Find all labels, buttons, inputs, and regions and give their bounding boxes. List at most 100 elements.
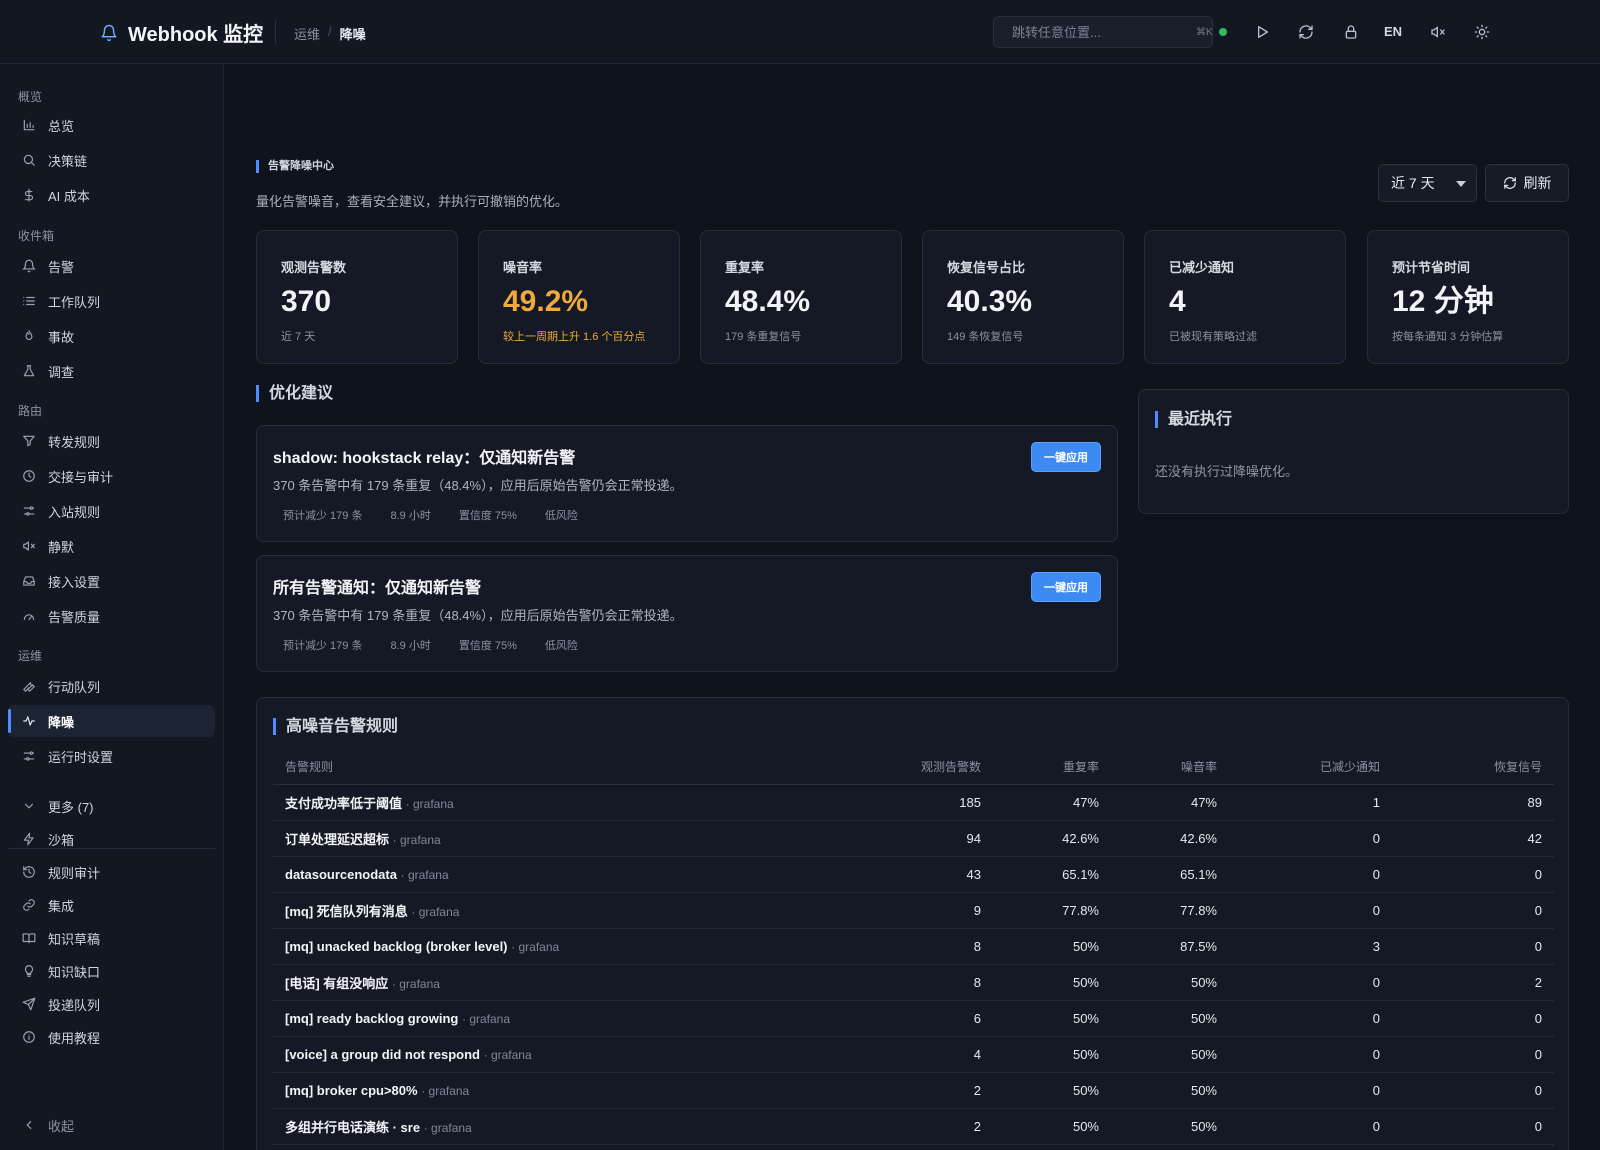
rule-source: · grafana bbox=[405, 796, 454, 811]
lock-button[interactable] bbox=[1339, 20, 1363, 44]
sidebar-item-handoff-audit[interactable]: 交接与审计 bbox=[8, 460, 215, 492]
bell-icon bbox=[22, 259, 36, 273]
sidebar-item-overview[interactable]: 总览 bbox=[8, 109, 215, 141]
rule-name[interactable]: datasourcenodata bbox=[285, 867, 397, 882]
cell-observed: 94 bbox=[833, 820, 993, 857]
cell-noise: 50% bbox=[1111, 1000, 1229, 1037]
language-toggle[interactable]: EN bbox=[1384, 24, 1402, 39]
rule-name[interactable]: 订单处理延迟超标 bbox=[285, 832, 389, 847]
top-bar: Webhook 监控 运维 / 降噪 ⌘K EN bbox=[0, 0, 1600, 64]
stat-sub: 近 7 天 bbox=[281, 331, 316, 343]
sidebar-collapse-button[interactable]: 收起 bbox=[8, 1109, 215, 1141]
table-row[interactable]: [电话] 有组没响应 · grafana 8 50% 50% 0 2 bbox=[273, 964, 1554, 1001]
cell-dup: 47% bbox=[993, 784, 1111, 821]
sidebar-item-noise-reduction[interactable]: 降噪 bbox=[8, 705, 215, 737]
table-row[interactable]: 多组并行电话演练 · sre · grafana 2 50% 50% 0 0 bbox=[273, 1108, 1554, 1145]
refresh-button[interactable]: 刷新 bbox=[1485, 164, 1569, 202]
table-row[interactable]: 订单处理延迟超标 · grafana 94 42.6% 42.6% 0 42 bbox=[273, 820, 1554, 857]
table-row[interactable]: 支付成功率低于阈值 · grafana 185 47% 47% 1 89 bbox=[273, 784, 1554, 821]
sidebar-item-alerts[interactable]: 告警 bbox=[8, 250, 215, 282]
sidebar-item-more[interactable]: 更多 (7) bbox=[8, 790, 215, 822]
table-row[interactable]: datasourcenodata · grafana 43 65.1% 65.1% 0 0 bbox=[273, 856, 1554, 893]
sidebar-item-work-queue[interactable]: 工作队列 bbox=[8, 285, 215, 317]
sidebar-item-ingest-settings[interactable]: 接入设置 bbox=[8, 565, 215, 597]
suggestion-title: 所有告警通知：仅通知新告警 bbox=[273, 580, 482, 597]
table-row[interactable]: [mq] unacked backlog (broker level) · gr… bbox=[273, 928, 1554, 965]
sidebar-item-alert-quality[interactable]: 告警质量 bbox=[8, 600, 215, 632]
column-header-recovery[interactable]: 恢复信号 bbox=[1392, 750, 1554, 785]
table-row[interactable]: [mq] ready backlog growing · grafana 6 50%… bbox=[273, 1000, 1554, 1037]
rule-source: · grafana bbox=[483, 1047, 532, 1062]
stat-sub: 已被现有策略过滤 bbox=[1169, 331, 1257, 343]
sidebar-item-runtime-settings[interactable]: 运行时设置 bbox=[8, 740, 215, 772]
sidebar-item-label: 沙箱 bbox=[48, 832, 75, 848]
cell-noise: 77.8% bbox=[1111, 892, 1229, 929]
sidebar-item-tutorial[interactable]: 使用教程 bbox=[8, 1021, 215, 1053]
sidebar-item-decision-chain[interactable]: 决策链 bbox=[8, 144, 215, 176]
cell-recovery: 42 bbox=[1392, 820, 1554, 857]
apply-button[interactable]: 一键应用 bbox=[1031, 442, 1101, 472]
sidebar-item-silence[interactable]: 静默 bbox=[8, 530, 215, 562]
rule-name[interactable]: [电话] 有组没响应 bbox=[285, 976, 388, 991]
stat-value: 49.2% bbox=[503, 285, 589, 318]
column-header-duplicate[interactable]: 重复率 bbox=[993, 750, 1111, 785]
cell-dup: 50% bbox=[993, 964, 1111, 1001]
theme-toggle-button[interactable] bbox=[1470, 20, 1494, 44]
sidebar-item-integrations[interactable]: 集成 bbox=[8, 889, 215, 921]
sidebar-item-delivery-queue[interactable]: 投递队列 bbox=[8, 988, 215, 1020]
stat-label: 噪音率 bbox=[503, 260, 543, 275]
table-body: 支付成功率低于阈值 · grafana 185 47% 47% 1 89 订单处理延迟超标 … bbox=[273, 784, 1554, 1145]
table-row[interactable]: [mq] broker cpu>80% · grafana 2 50% 50% 0 0 bbox=[273, 1072, 1554, 1109]
column-header-rule[interactable]: 告警规则 bbox=[273, 750, 833, 785]
rule-name[interactable]: [voice] a group did not respond bbox=[285, 1047, 480, 1062]
sidebar-item-knowledge-gaps[interactable]: 知识缺口 bbox=[8, 955, 215, 987]
send-icon bbox=[22, 997, 36, 1011]
rule-name[interactable]: [mq] unacked backlog (broker level) bbox=[285, 939, 508, 954]
cell-dup: 42.6% bbox=[993, 820, 1111, 857]
cell-dup: 50% bbox=[993, 1000, 1111, 1037]
cell-recovery: 0 bbox=[1392, 1036, 1554, 1073]
rule-name[interactable]: [mq] ready backlog growing bbox=[285, 1011, 458, 1026]
caret-down-icon bbox=[1456, 181, 1466, 187]
cell-noise: 87.5% bbox=[1111, 928, 1229, 965]
sidebar-item-forward-rules[interactable]: 转发规则 bbox=[8, 425, 215, 457]
cell-noise: 65.1% bbox=[1111, 856, 1229, 893]
suggestion-metas: 预计减少 179 条 8.9 小时 置信度 75% 低风险 bbox=[283, 507, 578, 523]
sidebar-item-knowledge-drafts[interactable]: 知识草稿 bbox=[8, 922, 215, 954]
reload-button[interactable] bbox=[1294, 20, 1318, 44]
sidebar-item-incidents[interactable]: 事故 bbox=[8, 320, 215, 352]
apply-button[interactable]: 一键应用 bbox=[1031, 572, 1101, 602]
search-shortcut: ⌘K bbox=[1196, 26, 1213, 38]
sidebar-item-investigations[interactable]: 调查 bbox=[8, 355, 215, 387]
sidebar-item-sandbox[interactable]: 沙箱 bbox=[8, 823, 215, 855]
sidebar-item-label: 决策链 bbox=[48, 153, 88, 169]
cell-recovery: 0 bbox=[1392, 1072, 1554, 1109]
play-button[interactable] bbox=[1250, 20, 1274, 44]
table-row[interactable]: [mq] 死信队列有消息 · grafana 9 77.8% 77.8% 0 0 bbox=[273, 892, 1554, 929]
column-header-noise[interactable]: 噪音率 bbox=[1111, 750, 1229, 785]
rule-name[interactable]: 多组并行电话演练 · sre bbox=[285, 1120, 420, 1135]
rule-name[interactable]: [mq] 死信队列有消息 bbox=[285, 904, 408, 919]
table-row[interactable]: [voice] a group did not respond · grafan… bbox=[273, 1036, 1554, 1073]
search-box[interactable]: ⌘K bbox=[993, 16, 1213, 48]
time-range-select[interactable]: 近 7 天 bbox=[1378, 164, 1477, 202]
suggestion-title: shadow: hookstack relay：仅通知新告警 bbox=[273, 450, 576, 467]
cell-noise: 50% bbox=[1111, 1108, 1229, 1145]
cell-reduced: 0 bbox=[1229, 820, 1392, 857]
rule-name[interactable]: [mq] broker cpu>80% bbox=[285, 1083, 418, 1098]
search-input[interactable] bbox=[1012, 24, 1188, 40]
sidebar-item-label: 工作队列 bbox=[48, 294, 101, 310]
sidebar-item-label: 告警 bbox=[48, 259, 75, 275]
column-header-observed[interactable]: 观测告警数 bbox=[833, 750, 993, 785]
breadcrumb-parent[interactable]: 运维 bbox=[294, 24, 320, 43]
sidebar-item-inbound-rules[interactable]: 入站规则 bbox=[8, 495, 215, 527]
sidebar-item-rule-audit[interactable]: 规则审计 bbox=[8, 856, 215, 888]
sidebar-section-inbox: 收件箱 bbox=[18, 229, 55, 243]
sidebar-item-ai-cost[interactable]: AI 成本 bbox=[8, 179, 215, 211]
settings-sliders-icon bbox=[23, 751, 35, 761]
column-header-reduced[interactable]: 已减少通知 bbox=[1229, 750, 1392, 785]
sidebar-item-action-queue[interactable]: 行动队列 bbox=[8, 670, 215, 702]
mute-button[interactable] bbox=[1426, 20, 1450, 44]
brand[interactable]: Webhook 监控 bbox=[100, 18, 263, 47]
rule-name[interactable]: 支付成功率低于阈值 bbox=[285, 796, 402, 811]
